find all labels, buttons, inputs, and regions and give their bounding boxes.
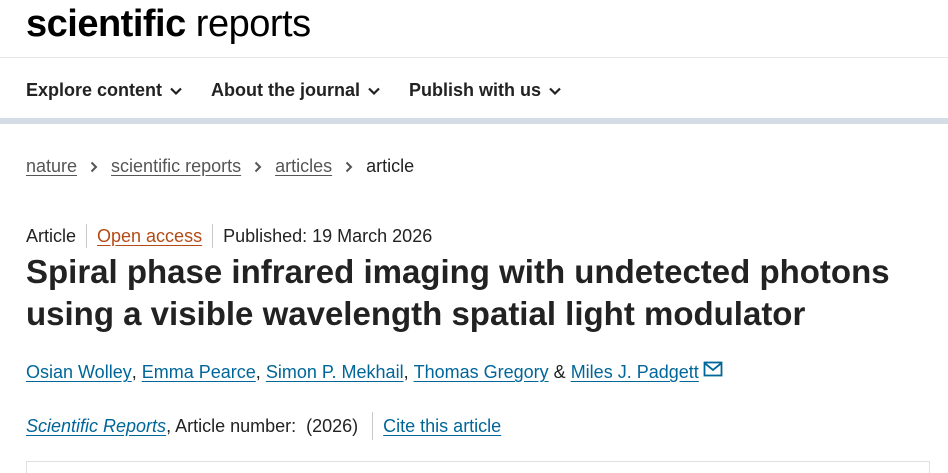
author-link[interactable]: Thomas Gregory — [414, 362, 549, 383]
author-separator: , — [403, 362, 409, 382]
author-separator: , — [255, 362, 261, 382]
chevron-right-icon — [90, 161, 98, 172]
mail-icon[interactable] — [703, 361, 723, 377]
breadcrumb-current: article — [366, 156, 415, 176]
nav-item-label: Publish with us — [409, 80, 542, 100]
nav-about-journal[interactable]: About the journal — [211, 80, 382, 101]
content-box-edge — [26, 461, 930, 473]
author-link[interactable]: Miles J. Padgett — [571, 362, 699, 383]
nav-publish-with-us[interactable]: Publish with us — [409, 80, 563, 101]
cite-article-link[interactable]: Cite this article — [383, 416, 501, 437]
breadcrumb-nature[interactable]: nature — [26, 156, 77, 177]
citation-line: Scientific Reports , Article number: (20… — [26, 412, 501, 440]
chevron-right-icon — [345, 161, 353, 172]
open-access-link[interactable]: Open access — [97, 226, 202, 247]
journal-link[interactable]: Scientific Reports — [26, 416, 166, 437]
masthead: scientific reports — [0, 0, 948, 58]
article-title: Spiral phase infrared imaging with undet… — [26, 253, 890, 332]
logo-bold-text: scientific — [26, 3, 186, 45]
chevron-down-icon — [368, 87, 380, 95]
breadcrumb-articles[interactable]: articles — [275, 156, 332, 177]
author-list: Osian Wolley, Emma Pearce, Simon P. Mekh… — [26, 361, 723, 383]
journal-logo[interactable]: scientific reports — [26, 3, 311, 46]
article-meta: Article Open access Published: 19 March … — [26, 224, 432, 248]
meta-divider — [86, 224, 88, 248]
article-type: Article — [26, 225, 77, 246]
published-date: Published: 19 March 2026 — [223, 225, 433, 246]
chevron-down-icon — [549, 87, 561, 95]
citation-divider — [372, 412, 374, 440]
nav-item-label: About the journal — [211, 80, 361, 100]
nav-explore-content[interactable]: Explore content — [26, 80, 184, 101]
chevron-down-icon — [170, 87, 182, 95]
breadcrumb: nature scientific reports articles artic… — [26, 156, 414, 177]
meta-divider — [212, 224, 214, 248]
author-link[interactable]: Emma Pearce — [142, 362, 256, 383]
author-separator: , — [131, 362, 137, 382]
author-last-separator: & — [553, 362, 566, 382]
author-link[interactable]: Simon P. Mekhail — [266, 362, 404, 383]
article-number: , Article number: (2026) — [166, 415, 359, 436]
main-nav: Explore content About the journal Publis… — [0, 58, 948, 124]
author-link[interactable]: Osian Wolley — [26, 362, 132, 383]
chevron-right-icon — [254, 161, 262, 172]
breadcrumb-scientific-reports[interactable]: scientific reports — [111, 156, 241, 177]
nav-item-label: Explore content — [26, 80, 163, 100]
logo-light-text: reports — [195, 3, 311, 45]
